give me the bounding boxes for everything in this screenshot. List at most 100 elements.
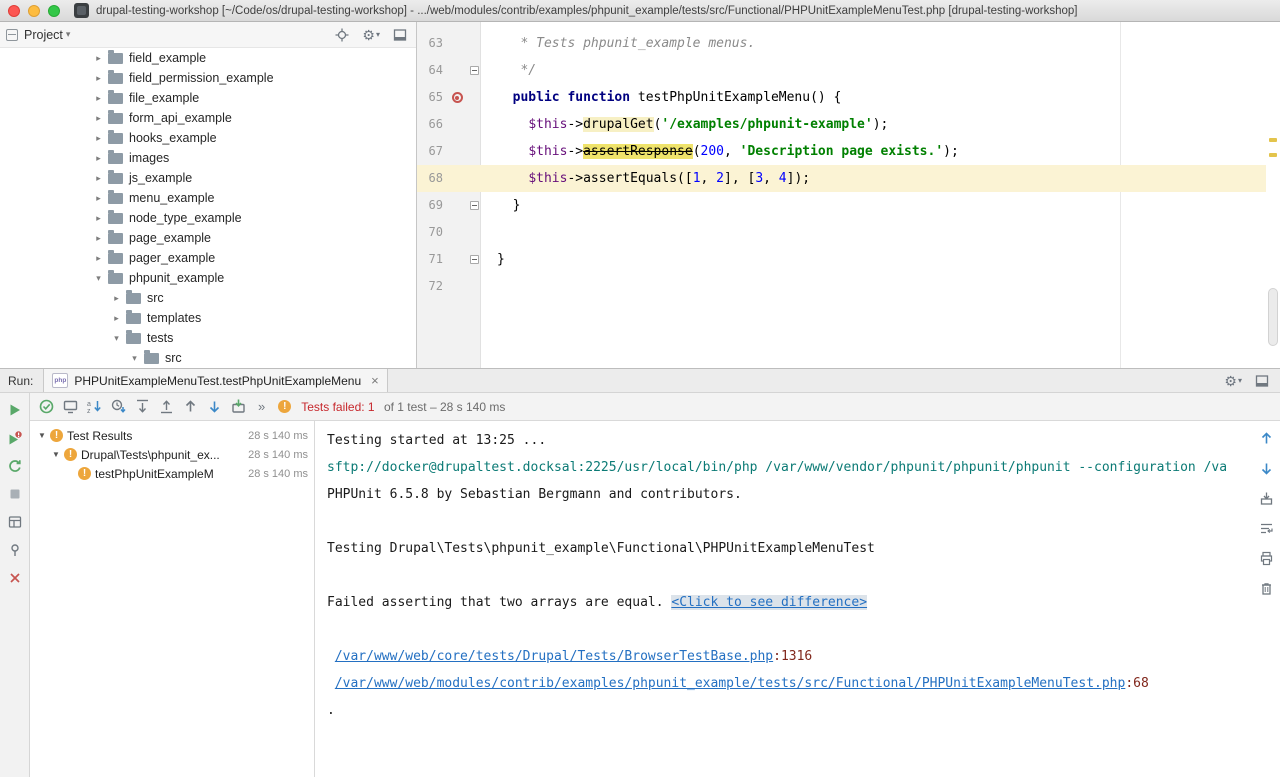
chevron-right-icon[interactable]: ▸ — [92, 173, 105, 184]
file-link[interactable]: /var/www/web/core/tests/Drupal/Tests/Bro… — [335, 649, 773, 664]
test-tree-row[interactable]: !testPhpUnitExampleM28 s 140 ms — [30, 464, 314, 483]
clear-console-button[interactable] — [1257, 579, 1275, 597]
project-tree-item[interactable]: ▸menu_example — [0, 188, 416, 208]
zoom-window-button[interactable] — [48, 5, 60, 17]
chevron-right-icon[interactable]: ▸ — [92, 213, 105, 224]
editor-line[interactable]: 63 * Tests phpunit_example menus. — [417, 30, 1266, 57]
project-tree-item[interactable]: ▸src — [0, 288, 416, 308]
test-tree-row[interactable]: ▼!Drupal\Tests\phpunit_ex...28 s 140 ms — [30, 445, 314, 464]
chevron-right-icon[interactable]: ▸ — [92, 93, 105, 104]
run-tab[interactable]: php PHPUnitExampleMenuTest.testPhpUnitEx… — [43, 369, 387, 392]
rerun-button[interactable] — [6, 401, 24, 419]
project-tree-item[interactable]: ▾ tests — [0, 328, 416, 348]
chevron-right-icon[interactable]: ▸ — [110, 313, 123, 324]
sort-by-duration-button[interactable] — [110, 398, 127, 415]
chevron-right-icon[interactable]: ▸ — [92, 53, 105, 64]
editor-line[interactable]: 70 — [417, 219, 1266, 246]
editor-line[interactable]: 64 */ — [417, 57, 1266, 84]
hide-run-panel-icon[interactable] — [1254, 373, 1270, 389]
chevron-right-icon[interactable]: ▸ — [92, 153, 105, 164]
gutter-cell: 66 — [417, 111, 481, 138]
fold-marker-icon[interactable] — [470, 201, 479, 210]
project-tree-item[interactable]: ▾src — [0, 348, 416, 368]
import-test-results-button[interactable] — [230, 398, 247, 415]
toggle-auto-test-button[interactable] — [6, 457, 24, 475]
hide-panel-icon[interactable] — [392, 27, 408, 43]
project-tree-item[interactable]: ▸images — [0, 148, 416, 168]
project-tree-item[interactable]: ▸field_permission_example — [0, 68, 416, 88]
chevron-right-icon[interactable]: ▸ — [110, 293, 123, 304]
editor-line[interactable]: 68 $this->assertEquals([1, 2], [3, 4]); — [417, 165, 1266, 192]
editor-line[interactable]: 69 } — [417, 192, 1266, 219]
chevron-down-icon[interactable]: ▾ — [128, 353, 141, 364]
code-segment — [497, 144, 528, 159]
project-tree-item[interactable]: ▸field_example — [0, 48, 416, 68]
print-button[interactable] — [1257, 549, 1275, 567]
project-item-label: tests — [147, 331, 173, 345]
chevron-right-icon[interactable]: ▸ — [92, 253, 105, 264]
editor-line[interactable]: 65 public function testPhpUnitExampleMen… — [417, 84, 1266, 111]
scroll-from-source-button[interactable] — [334, 27, 350, 43]
sort-alphabetically-button[interactable]: az — [86, 398, 103, 415]
chevron-right-icon[interactable]: ▸ — [92, 113, 105, 124]
project-tree-item[interactable]: ▸hooks_example — [0, 128, 416, 148]
project-tree-item[interactable]: ▸pager_example — [0, 248, 416, 268]
toolbar-overflow-icon[interactable]: » — [258, 399, 265, 414]
scroll-down-button[interactable] — [1257, 459, 1275, 477]
show-passed-button[interactable] — [38, 398, 55, 415]
project-tree-item[interactable]: ▸page_example — [0, 228, 416, 248]
chevron-right-icon[interactable]: ▸ — [92, 73, 105, 84]
warning-stripe-mark[interactable] — [1269, 153, 1277, 157]
editor-line[interactable]: 72 — [417, 273, 1266, 300]
project-tree-item[interactable]: ▸file_example — [0, 88, 416, 108]
run-settings-gear-icon[interactable]: ⚙▾ — [1224, 374, 1242, 388]
project-tree-item[interactable]: ▾phpunit_example — [0, 268, 416, 288]
project-tree-item[interactable]: ▸form_api_example — [0, 108, 416, 128]
project-tree-item[interactable]: ▸node_type_example — [0, 208, 416, 228]
gear-icon[interactable]: ⚙▾ — [362, 28, 380, 42]
project-tree-item[interactable]: ▸templates — [0, 308, 416, 328]
tree-chevron-icon[interactable]: ▼ — [36, 431, 48, 440]
editor-scrollbar[interactable] — [1268, 288, 1278, 346]
export-button[interactable] — [1257, 489, 1275, 507]
next-failed-test-button[interactable] — [206, 398, 223, 415]
close-tab-icon[interactable]: × — [371, 373, 379, 388]
collapse-all-button[interactable] — [158, 398, 175, 415]
gutter-cell: 63 — [417, 30, 481, 57]
editor-line[interactable]: 66 $this->drupalGet('/examples/phpunit-e… — [417, 111, 1266, 138]
caret-down-icon[interactable]: ▾ — [66, 29, 71, 40]
scroll-up-button[interactable] — [1257, 429, 1275, 447]
fold-marker-icon[interactable] — [470, 255, 479, 264]
diff-link[interactable]: <Click to see difference> — [671, 595, 867, 610]
warning-stripe-mark[interactable] — [1269, 138, 1277, 142]
chevron-right-icon[interactable]: ▸ — [92, 233, 105, 244]
show-ignored-button[interactable] — [62, 398, 79, 415]
close-window-button[interactable] — [8, 5, 20, 17]
folder-icon — [108, 113, 123, 124]
project-header-label[interactable]: Project — [24, 28, 63, 42]
pin-tab-button[interactable] — [6, 541, 24, 559]
test-tree-row[interactable]: ▼!Test Results28 s 140 ms — [30, 426, 314, 445]
soft-wrap-button[interactable] — [1257, 519, 1275, 537]
previous-failed-test-button[interactable] — [182, 398, 199, 415]
rerun-failed-tests-button[interactable] — [6, 429, 24, 447]
close-panel-button[interactable] — [6, 569, 24, 587]
line-number: 69 — [421, 192, 443, 219]
chevron-right-icon[interactable]: ▸ — [92, 193, 105, 204]
expand-all-button[interactable] — [134, 398, 151, 415]
failed-test-marker-icon[interactable] — [452, 92, 463, 103]
project-tree-item[interactable]: ▸js_example — [0, 168, 416, 188]
editor-line[interactable]: 67 $this->assertResponse(200, 'Descripti… — [417, 138, 1266, 165]
chevron-down-icon[interactable]: ▾ — [110, 333, 123, 344]
editor-line[interactable]: 71} — [417, 246, 1266, 273]
minimize-window-button[interactable] — [28, 5, 40, 17]
restore-layout-button[interactable] — [6, 513, 24, 531]
file-link[interactable]: /var/www/web/modules/contrib/examples/ph… — [335, 676, 1126, 691]
run-console[interactable]: Testing started at 13:25 ...sftp://docke… — [315, 421, 1280, 777]
fold-marker-icon[interactable] — [470, 66, 479, 75]
tree-chevron-icon[interactable]: ▼ — [50, 450, 62, 459]
chevron-right-icon[interactable]: ▸ — [92, 133, 105, 144]
stop-button[interactable] — [6, 485, 24, 503]
chevron-down-icon[interactable]: ▾ — [92, 273, 105, 284]
editor[interactable]: 63 * Tests phpunit_example menus.64 */65… — [417, 22, 1280, 368]
